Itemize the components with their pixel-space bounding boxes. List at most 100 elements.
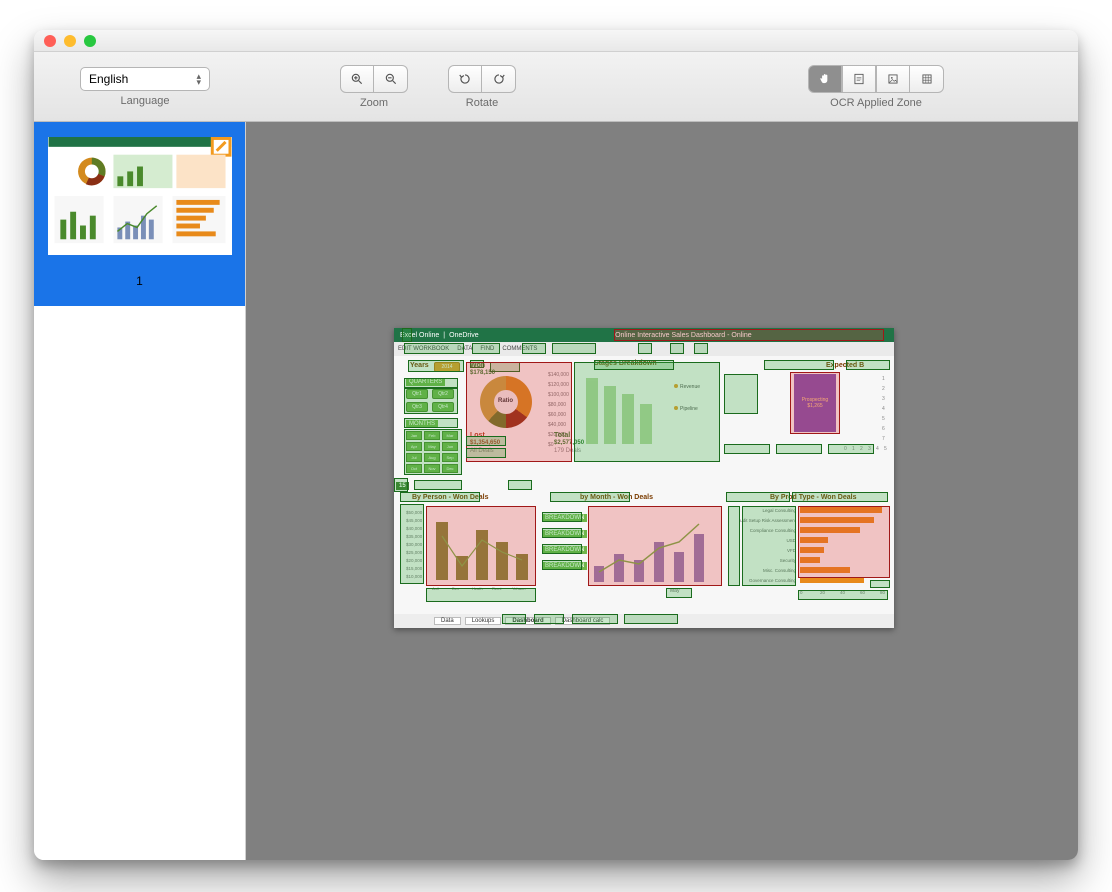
ocr-zone	[572, 614, 618, 624]
thumbnail-selected[interactable]: 1	[34, 122, 245, 306]
ocr-zone	[798, 506, 890, 578]
ocr-zone	[400, 504, 424, 584]
ocr-zone	[764, 360, 834, 370]
ocr-zone	[408, 360, 464, 372]
rotate-right-button[interactable]	[482, 65, 516, 93]
toolbar: English ▴▾ Language Zoom	[34, 52, 1078, 122]
ocr-zone	[552, 343, 596, 354]
ocr-zone	[624, 614, 678, 624]
ocr-zone	[522, 343, 546, 354]
traffic-minimize-button[interactable]	[64, 35, 76, 47]
svg-text:1: 1	[882, 376, 885, 382]
traffic-close-button[interactable]	[44, 35, 56, 47]
zoom-in-icon	[350, 72, 364, 86]
ocr-zone	[726, 492, 790, 502]
zoom-group: Zoom	[340, 65, 408, 109]
ocr-zone	[870, 580, 890, 588]
ocr-zone	[574, 362, 720, 462]
zone-image-icon	[886, 72, 900, 86]
zoom-out-button[interactable]	[374, 65, 408, 93]
ocr-zone	[414, 480, 462, 490]
rotate-label: Rotate	[466, 97, 498, 109]
ocr-zone	[588, 506, 722, 586]
ocr-zone	[404, 378, 458, 388]
ocr-zone	[724, 374, 758, 414]
sheet-tab: Lookups	[465, 617, 502, 625]
ocr-zone	[728, 506, 740, 586]
svg-text:5: 5	[882, 416, 885, 422]
app-window: English ▴▾ Language Zoom	[34, 30, 1078, 860]
ocr-zone	[670, 343, 684, 354]
ocr-zone	[694, 343, 708, 354]
svg-text:7: 7	[882, 436, 885, 442]
ocr-zone	[666, 588, 692, 598]
ocr-zone	[502, 614, 526, 624]
ocr-zone	[404, 388, 458, 414]
ocr-zone	[404, 429, 462, 475]
ocr-zone	[790, 372, 840, 434]
ocr-zone-auto-button[interactable]	[808, 65, 842, 93]
ocr-zone	[404, 343, 464, 354]
content-area: 1 Excel Online | OneDrive Online Interac…	[34, 122, 1078, 860]
ocr-zone	[542, 512, 582, 522]
svg-text:6: 6	[882, 426, 885, 432]
zoom-in-button[interactable]	[340, 65, 374, 93]
page-number: 1	[136, 274, 143, 288]
ocr-zone	[466, 362, 572, 462]
ocr-zone	[542, 544, 582, 554]
ocr-zone	[542, 560, 582, 570]
rotate-cw-icon	[492, 72, 506, 86]
ocr-zone	[792, 492, 888, 502]
ocr-zone	[550, 492, 630, 502]
ocr-zone	[724, 444, 770, 454]
ocr-zone	[508, 480, 532, 490]
ocr-zone	[466, 436, 506, 446]
language-group: English ▴▾ Language	[80, 67, 210, 107]
svg-text:3: 3	[882, 396, 885, 402]
ocr-zone	[776, 444, 822, 454]
thumbnail-preview-icon	[48, 137, 232, 255]
ocr-zone	[426, 588, 536, 602]
ocr-zone	[402, 328, 412, 342]
ocr-zone	[472, 343, 500, 354]
document-page: Excel Online | OneDrive Online Interacti…	[394, 328, 894, 628]
ocr-zone	[614, 329, 884, 341]
thumbnail-sidebar: 1	[34, 122, 246, 860]
ocr-zone	[594, 360, 674, 370]
zone-text-icon	[852, 72, 866, 86]
ocr-zone	[638, 343, 652, 354]
window-titlebar	[34, 30, 1078, 52]
language-select[interactable]: English ▴▾	[80, 67, 210, 91]
zoom-out-icon	[384, 72, 398, 86]
ocr-zone	[828, 444, 874, 454]
ocr-zone	[426, 506, 536, 586]
ocr-zone	[798, 590, 888, 600]
ocr-zone-table-button[interactable]	[910, 65, 944, 93]
ocr-zone	[466, 448, 506, 458]
ocr-zone	[742, 506, 796, 586]
rotate-ccw-icon	[458, 72, 472, 86]
rotate-left-button[interactable]	[448, 65, 482, 93]
svg-text:4: 4	[876, 446, 879, 452]
ocr-zone	[542, 528, 582, 538]
ocr-zone-image-button[interactable]	[876, 65, 910, 93]
document-canvas[interactable]: Excel Online | OneDrive Online Interacti…	[246, 122, 1078, 860]
ocr-zone	[846, 360, 890, 370]
zoom-label: Zoom	[360, 97, 388, 109]
svg-text:5: 5	[884, 446, 887, 452]
zone-table-icon	[920, 72, 934, 86]
ocr-zone	[534, 614, 564, 624]
ocr-zone	[394, 478, 408, 492]
language-label: Language	[121, 95, 170, 107]
page-thumbnail-1[interactable]	[47, 136, 233, 256]
traffic-zoom-button[interactable]	[84, 35, 96, 47]
language-value: English	[89, 72, 128, 86]
svg-text:4: 4	[882, 406, 885, 412]
ocr-zone	[404, 418, 458, 428]
ocr-zone-text-button[interactable]	[842, 65, 876, 93]
ocr-zone-group: OCR Applied Zone	[808, 65, 944, 109]
dashboard-preview: Excel Online | OneDrive Online Interacti…	[394, 328, 894, 628]
hand-icon	[818, 72, 832, 86]
svg-text:2: 2	[882, 386, 885, 392]
ocr-zone-label: OCR Applied Zone	[830, 97, 922, 109]
